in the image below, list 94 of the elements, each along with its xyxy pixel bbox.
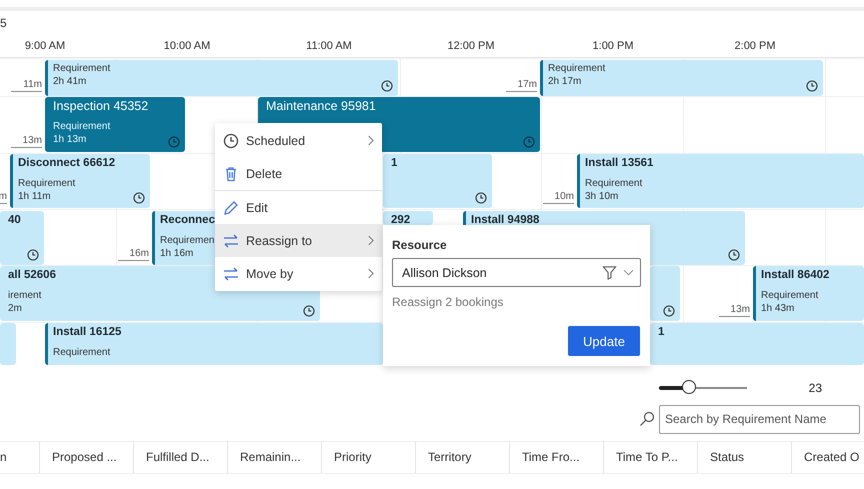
time-label: 12:00 PM <box>446 38 496 52</box>
booking-bar[interactable]: Inspection 45352 Requirement 1h 13m <box>45 97 185 152</box>
booking-title: Reconnec <box>160 213 215 228</box>
booking-bar[interactable]: 292 <box>383 211 433 225</box>
booking-type: Requirement <box>761 289 818 302</box>
column-header[interactable]: n <box>0 442 39 473</box>
travel-time: 16m <box>118 248 149 261</box>
time-label: 10:00 AM <box>162 38 212 52</box>
booking-title: all 52606 <box>8 268 56 283</box>
booking-bar[interactable]: 1 <box>383 154 492 208</box>
search-icon[interactable] <box>639 411 655 427</box>
filter-icon[interactable] <box>602 265 617 280</box>
chevron-right-icon <box>367 235 374 246</box>
clock-icon <box>728 249 740 261</box>
clock-icon <box>27 249 39 261</box>
travel-time: 17m <box>506 79 537 92</box>
chevron-down-icon[interactable] <box>623 269 634 276</box>
booking-title: Install 13561 <box>585 156 654 171</box>
booking-bar[interactable]: Requirement 2h 17m <box>540 60 823 96</box>
booking-bar[interactable]: Install 13561 Requirement 3h 10m <box>577 154 864 208</box>
booking-duration: 1h 13m <box>53 133 86 146</box>
breadcrumb-text: 5 <box>0 15 8 32</box>
booking-duration: 1h 11m <box>18 190 51 203</box>
resource-field[interactable]: Allison Dickson <box>392 258 641 287</box>
column-header[interactable]: Time To P... <box>603 442 697 473</box>
booking-duration: 2h 41m <box>53 75 86 88</box>
time-label: 9:00 AM <box>24 38 66 52</box>
booking-type: Requiremen <box>160 234 214 247</box>
booking-title: 40 <box>8 213 21 228</box>
booking-duration: 1h 43m <box>761 302 794 315</box>
booking-bar[interactable]: 40 <box>0 211 44 265</box>
booking-bar[interactable]: 1 <box>650 323 864 365</box>
booking-bar[interactable]: Install 16125 Requirement <box>45 323 383 365</box>
column-header[interactable]: Time Fro... <box>509 442 603 473</box>
booking-title: 1 <box>658 325 664 340</box>
search-field[interactable]: Search by Requirement Name <box>659 404 860 434</box>
booking-duration: 1h 16m <box>160 247 194 260</box>
chevron-right-icon <box>367 135 374 146</box>
clock-icon <box>806 80 818 92</box>
travel-time: 13m <box>718 304 750 317</box>
travel-time: 11m <box>11 79 42 92</box>
column-header[interactable]: Fulfilled D... <box>133 442 227 473</box>
menu-item[interactable]: Reassign to <box>215 224 382 257</box>
clock-icon <box>168 136 180 148</box>
clock-icon <box>303 305 315 317</box>
booking-title: 1 <box>391 156 398 171</box>
menu-item[interactable]: Delete <box>215 157 382 190</box>
swap-arrows-icon <box>223 266 239 282</box>
reassign-note: Reassign 2 bookings <box>392 295 504 309</box>
booking-bar[interactable]: Requirement 2h 41m <box>45 60 398 96</box>
booking-type: irement <box>8 289 42 302</box>
zoom-value: 23 <box>808 381 822 395</box>
clock-icon <box>663 305 675 317</box>
travel-time: 10m <box>542 191 574 204</box>
booking-title: Install 94988 <box>471 213 540 228</box>
chevron-right-icon <box>367 268 374 279</box>
booking-type: Requirement <box>18 177 76 190</box>
booking-title: Inspection 45352 <box>53 99 148 114</box>
booking-bar[interactable]: Disconnect 66612 Requirement 1h 11m <box>10 154 150 208</box>
column-header[interactable]: Territory <box>415 442 509 473</box>
booking-type: Requirement <box>53 120 110 133</box>
update-button[interactable]: Update <box>568 326 640 356</box>
column-header[interactable]: Remainin... <box>227 442 321 473</box>
booking-type: Requirement <box>53 346 110 359</box>
booking-title: Install 16125 <box>53 325 122 340</box>
column-header[interactable]: Proposed ... <box>39 442 133 473</box>
booking-duration: 2m <box>8 302 22 315</box>
booking-title: Maintenance 95981 <box>266 99 376 114</box>
booking-type: Requirement <box>53 62 110 75</box>
field-label: Resource <box>392 238 448 252</box>
clock-icon <box>223 132 239 148</box>
column-header[interactable]: Status <box>697 442 791 473</box>
time-label: 2:00 PM <box>734 38 776 52</box>
clock-icon <box>133 192 145 204</box>
booking-duration: 2h 17m <box>548 75 582 88</box>
column-header[interactable]: Priority <box>321 442 415 473</box>
booking-bar[interactable]: Install 86402 Requirement 1h 43m <box>753 266 864 321</box>
time-label: 1:00 PM <box>592 38 634 52</box>
clock-icon <box>523 136 535 148</box>
pencil-icon <box>223 200 239 216</box>
booking-bar[interactable] <box>650 266 680 321</box>
booking-title: Disconnect 66612 <box>18 156 116 171</box>
booking-type: Requirement <box>585 177 642 190</box>
booking-title: 292 <box>391 213 410 228</box>
booking-type: Requirement <box>548 62 606 75</box>
time-label: 11:00 AM <box>305 38 353 52</box>
booking-duration: 3h 10m <box>585 190 618 203</box>
clock-icon <box>381 80 393 92</box>
column-header[interactable]: Created O <box>791 442 864 473</box>
booking-title: Install 86402 <box>761 268 830 283</box>
travel-time: 13m <box>10 135 42 148</box>
swap-arrows-icon <box>223 232 239 248</box>
clock-icon <box>475 192 487 204</box>
trash-icon <box>223 166 239 182</box>
